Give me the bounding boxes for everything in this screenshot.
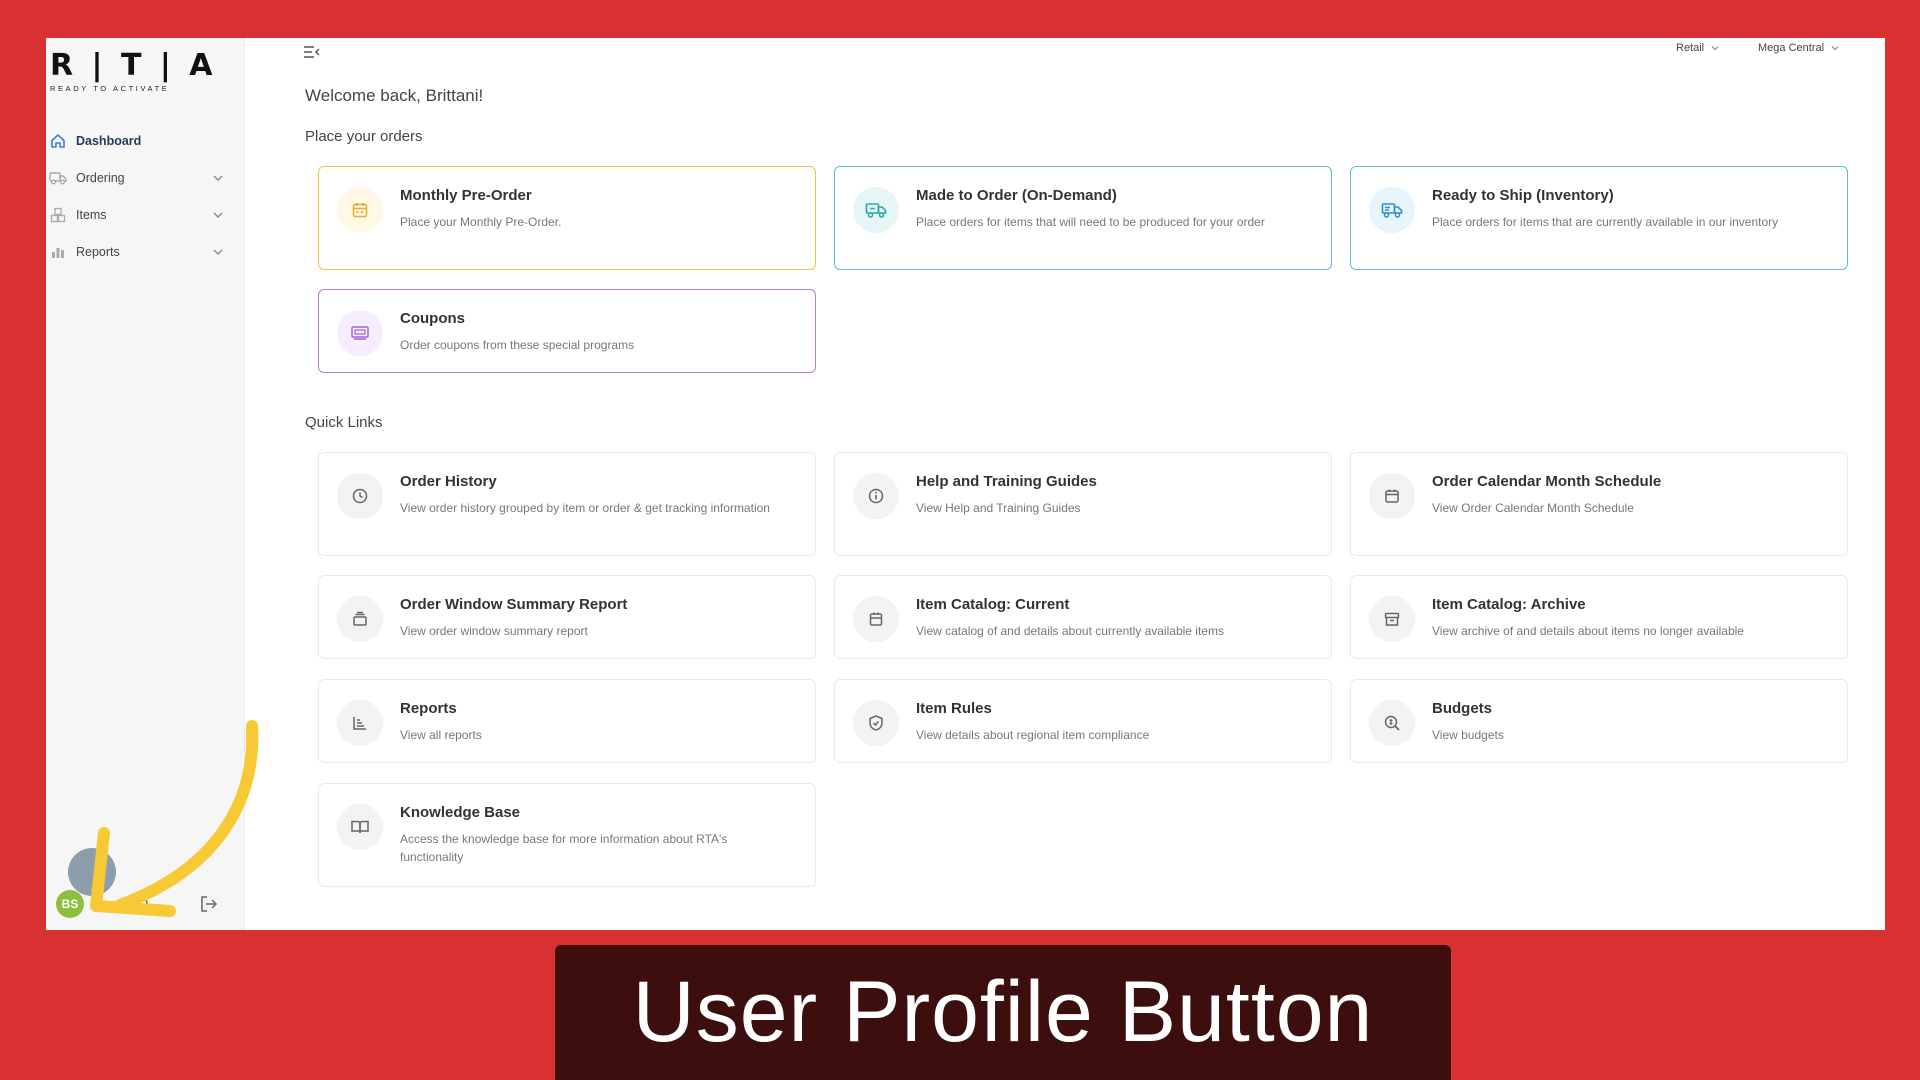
channel-select[interactable]: Retail (1676, 42, 1720, 54)
logout-icon[interactable] (198, 893, 220, 915)
card-title: Order Window Summary Report (400, 596, 628, 613)
chevron-down-icon (1711, 46, 1719, 51)
search-dollar-icon (1369, 700, 1415, 746)
sidebar-item-reports[interactable]: Reports (46, 233, 245, 270)
bar-chart-icon (48, 242, 68, 262)
card-description: View details about regional item complia… (916, 728, 1150, 742)
order-card-coupons[interactable]: Coupons Order coupons from these special… (318, 289, 816, 373)
report-chart-icon (337, 700, 383, 746)
card-title: Budgets (1432, 700, 1492, 717)
archive-icon (1369, 596, 1415, 642)
headset-icon[interactable] (129, 893, 151, 915)
sidebar-item-ordering[interactable]: Ordering (46, 159, 245, 196)
order-card-monthly-preorder[interactable]: Monthly Pre-Order Place your Monthly Pre… (318, 166, 816, 270)
section-title-orders: Place your orders (305, 128, 423, 145)
region-select-value: Mega Central (1758, 42, 1825, 54)
production-truck-icon (853, 187, 899, 233)
card-description: View order window summary report (400, 624, 588, 638)
card-title: Order Calendar Month Schedule (1432, 473, 1662, 490)
sidebar-item-items[interactable]: Items (46, 196, 245, 233)
user-profile-button[interactable]: BS (56, 890, 84, 918)
quick-link-knowledge-base[interactable]: Knowledge Base Access the knowledge base… (318, 783, 816, 887)
card-description: Order coupons from these special program… (400, 338, 635, 352)
card-description: Place orders for items that are currentl… (1432, 215, 1779, 229)
order-card-ready-to-ship[interactable]: Ready to Ship (Inventory) Place orders f… (1350, 166, 1848, 270)
order-card-made-to-order[interactable]: Made to Order (On-Demand) Place orders f… (834, 166, 1332, 270)
info-icon (853, 473, 899, 519)
card-title: Made to Order (On-Demand) (916, 187, 1117, 204)
calendar-icon (1369, 473, 1415, 519)
card-title: Knowledge Base (400, 804, 521, 821)
sidebar-item-dashboard[interactable]: Dashboard (46, 122, 245, 159)
welcome-heading: Welcome back, Brittani! (305, 86, 484, 105)
card-description: View order history grouped by item or or… (400, 501, 770, 515)
card-description: Place orders for items that will need to… (916, 215, 1265, 229)
rta-logo[interactable]: R | T | A READY TO ACTIVATE (50, 48, 217, 102)
chevron-down-icon[interactable] (211, 245, 225, 259)
quick-link-reports[interactable]: Reports View all reports (318, 679, 816, 763)
quick-link-help-training[interactable]: Help and Training Guides View Help and T… (834, 452, 1332, 556)
card-title: Help and Training Guides (916, 473, 1097, 490)
sidebar-item-label: Ordering (76, 170, 125, 185)
open-book-icon (337, 804, 383, 850)
stack-icon (337, 596, 383, 642)
card-title: Ready to Ship (Inventory) (1432, 187, 1614, 204)
truck-icon (48, 168, 68, 188)
card-description: Access the knowledge base for more infor… (400, 832, 728, 864)
card-description: View budgets (1432, 728, 1504, 742)
chevron-down-icon[interactable] (211, 208, 225, 222)
card-title: Item Catalog: Archive (1432, 596, 1586, 613)
section-title-quick-links: Quick Links (305, 414, 383, 431)
card-title: Coupons (400, 310, 465, 327)
quick-link-item-catalog-archive[interactable]: Item Catalog: Archive View archive of an… (1350, 575, 1848, 659)
quick-link-order-history[interactable]: Order History View order history grouped… (318, 452, 816, 556)
quick-link-item-catalog-current[interactable]: Item Catalog: Current View catalog of an… (834, 575, 1332, 659)
quick-link-item-rules[interactable]: Item Rules View details about regional i… (834, 679, 1332, 763)
card-title: Item Catalog: Current (916, 596, 1070, 613)
boxes-icon (48, 205, 68, 225)
home-icon (48, 131, 68, 151)
shield-check-icon (853, 700, 899, 746)
sidebar-item-label: Reports (76, 244, 120, 259)
calendar-icon (337, 187, 383, 233)
card-description: View catalog of and details about curren… (916, 624, 1224, 638)
channel-select-value: Retail (1676, 42, 1705, 54)
card-title: Monthly Pre-Order (400, 187, 532, 204)
sidebar-nav: Dashboard Ordering Items Reports (46, 122, 245, 270)
app-window: R | T | A READY TO ACTIVATE Dashboard Or… (46, 38, 1885, 930)
chevron-down-icon (1831, 46, 1839, 51)
card-title: Item Rules (916, 700, 992, 717)
card-description: View Help and Training Guides (916, 501, 1081, 515)
coupon-icon (337, 310, 383, 356)
caption-banner: User Profile Button (555, 945, 1451, 1080)
card-description: Place your Monthly Pre-Order. (400, 215, 562, 229)
quick-link-order-window-summary[interactable]: Order Window Summary Report View order w… (318, 575, 816, 659)
card-description: View Order Calendar Month Schedule (1432, 501, 1634, 515)
catalog-icon (853, 596, 899, 642)
clock-icon (337, 473, 383, 519)
sidebar-item-label: Dashboard (76, 133, 142, 148)
card-title: Reports (400, 700, 457, 717)
caption-text: User Profile Button (632, 964, 1374, 1060)
avatar-highlight (68, 848, 116, 896)
region-select[interactable]: Mega Central (1758, 42, 1840, 54)
collapse-menu-icon[interactable] (302, 44, 322, 60)
logo-wordmark: R | T | A (50, 48, 217, 83)
chevron-down-icon[interactable] (211, 171, 225, 185)
logo-tagline: READY TO ACTIVATE (50, 84, 170, 93)
card-description: View all reports (400, 728, 482, 742)
quick-link-order-calendar[interactable]: Order Calendar Month Schedule View Order… (1350, 452, 1848, 556)
card-description: View archive of and details about items … (1432, 624, 1744, 638)
card-title: Order History (400, 473, 497, 490)
sidebar-item-label: Items (76, 207, 107, 222)
sidebar: R | T | A READY TO ACTIVATE Dashboard Or… (46, 38, 245, 930)
shipping-truck-icon (1369, 187, 1415, 233)
quick-link-budgets[interactable]: Budgets View budgets (1350, 679, 1848, 763)
